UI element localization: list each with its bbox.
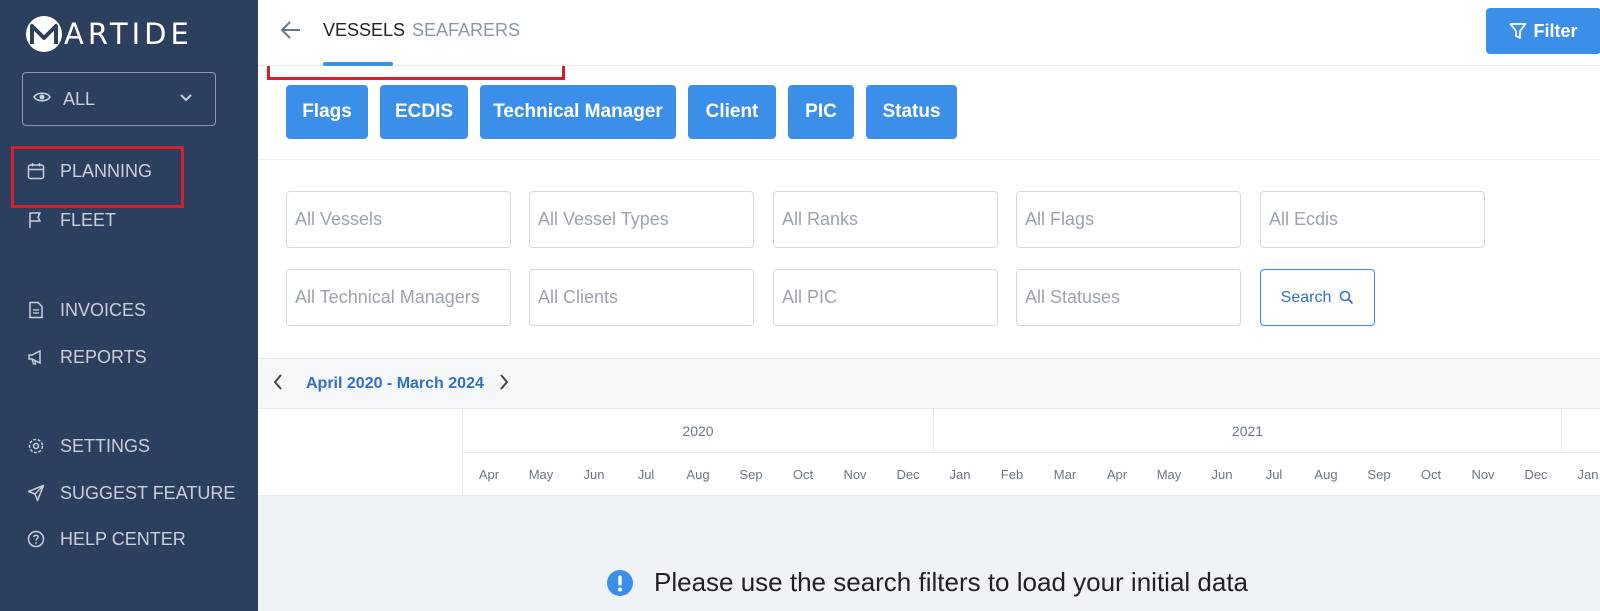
help-icon: [26, 529, 46, 549]
tab-seafarers[interactable]: SEAFARERS: [412, 20, 520, 41]
ranks-filter-input[interactable]: [773, 191, 998, 248]
sidebar-item-label: SUGGEST FEATURE: [60, 482, 236, 503]
chip-client[interactable]: Client: [688, 85, 776, 139]
top-bar: VESSELS SEAFARERS Filter: [258, 0, 1600, 66]
year-2021: 2021: [934, 409, 1562, 453]
send-icon: [26, 483, 46, 503]
view-select-value: ALL: [63, 88, 96, 109]
month-cell: May: [1156, 467, 1182, 482]
month-cell: Oct: [1420, 467, 1442, 482]
brand-name: ARTIDE: [64, 17, 193, 51]
planning-highlight-box: [11, 146, 184, 208]
month-cell: Jun: [583, 467, 605, 482]
logo-mark-icon: [26, 16, 62, 52]
month-cell: Jan: [949, 467, 971, 482]
clients-filter-input[interactable]: [529, 269, 754, 326]
month-cell: Jul: [637, 467, 655, 482]
month-cell: May: [528, 467, 554, 482]
month-cell: Aug: [686, 467, 710, 482]
view-select[interactable]: ALL: [22, 72, 216, 126]
search-icon: [1339, 290, 1354, 305]
month-cell: Dec: [896, 467, 920, 482]
sidebar-item-label: HELP CENTER: [60, 528, 186, 549]
vessels-filter-input[interactable]: [286, 191, 511, 248]
info-icon: [606, 569, 634, 597]
vessel-types-filter-input[interactable]: [529, 191, 754, 248]
search-button[interactable]: Search: [1260, 269, 1375, 326]
sidebar-item-invoices[interactable]: INVOICES: [26, 296, 146, 324]
month-cell: Jul: [1265, 467, 1283, 482]
month-cell: Oct: [792, 467, 814, 482]
year-row: 2020 2021: [463, 409, 1600, 453]
sidebar-item-suggest-feature[interactable]: SUGGEST FEATURE: [26, 479, 235, 507]
pic-filter-input[interactable]: [773, 269, 998, 326]
sidebar-item-settings[interactable]: SETTINGS: [26, 432, 150, 460]
sidebar-item-label: REPORTS: [60, 346, 147, 367]
month-cell: Jun: [1211, 467, 1233, 482]
month-cell: Sep: [739, 467, 763, 482]
month-cell: Feb: [1000, 467, 1024, 482]
filter-button-label: Filter: [1533, 20, 1578, 41]
flag-icon: [26, 210, 46, 230]
month-cell: Nov: [843, 467, 867, 482]
chevron-left-icon[interactable]: [272, 373, 284, 396]
chevron-right-icon[interactable]: [498, 373, 510, 396]
sidebar-item-fleet[interactable]: FLEET: [26, 206, 116, 234]
date-range-bar: April 2020 - March 2024: [258, 358, 1600, 408]
month-cell: Nov: [1471, 467, 1495, 482]
gear-icon: [26, 436, 46, 456]
sidebar-item-reports[interactable]: REPORTS: [26, 343, 147, 371]
search-button-label: Search: [1280, 288, 1332, 306]
chip-technical-manager[interactable]: Technical Manager: [480, 85, 676, 139]
chip-pic[interactable]: PIC: [788, 85, 854, 139]
megaphone-icon: [26, 347, 46, 367]
app-logo[interactable]: ARTIDE: [26, 14, 193, 54]
sidebar-item-label: FLEET: [60, 209, 117, 230]
month-cell: Dec: [1524, 467, 1548, 482]
month-cell: Apr: [1106, 467, 1128, 482]
technical-managers-filter-input[interactable]: [286, 269, 511, 326]
year-2020: 2020: [463, 409, 934, 453]
timeline-row-label-column: [258, 409, 463, 495]
chip-ecdis[interactable]: ECDIS: [380, 85, 468, 139]
month-row: Apr May Jun Jul Aug Sep Oct Nov Dec Jan …: [463, 453, 1600, 495]
month-cell: Aug: [1314, 467, 1338, 482]
chip-status[interactable]: Status: [866, 85, 957, 139]
sidebar: ARTIDE ALL PLANNING FLEET INVOICES REPOR…: [0, 0, 258, 611]
filter-chips-row: Flags ECDIS Technical Manager Client PIC…: [258, 66, 1600, 160]
chevron-down-icon: [179, 90, 193, 108]
date-range-label[interactable]: April 2020 - March 2024: [306, 375, 484, 393]
eye-icon: [33, 90, 51, 109]
empty-state-notice: Please use the search filters to load yo…: [606, 567, 1248, 598]
empty-state-message: Please use the search filters to load yo…: [654, 567, 1249, 597]
sidebar-item-label: SETTINGS: [60, 435, 151, 456]
filter-button[interactable]: Filter: [1486, 8, 1600, 54]
statuses-filter-input[interactable]: [1016, 269, 1241, 326]
flags-filter-input[interactable]: [1016, 191, 1241, 248]
month-cell: Mar: [1053, 467, 1077, 482]
timeline-header: 2020 2021 Apr May Jun Jul Aug Sep Oct No…: [258, 408, 1600, 496]
month-cell: Apr: [478, 467, 500, 482]
month-cell: Jan: [1577, 467, 1599, 482]
tab-vessels[interactable]: VESSELS: [323, 20, 405, 41]
month-cell: Sep: [1367, 467, 1391, 482]
chip-flags[interactable]: Flags: [286, 85, 368, 139]
back-arrow-icon[interactable]: [280, 20, 302, 45]
document-icon: [26, 300, 46, 320]
funnel-icon: [1509, 22, 1527, 40]
sidebar-item-help-center[interactable]: HELP CENTER: [26, 525, 186, 553]
sidebar-item-label: INVOICES: [60, 299, 147, 320]
ecdis-filter-input[interactable]: [1260, 191, 1485, 248]
